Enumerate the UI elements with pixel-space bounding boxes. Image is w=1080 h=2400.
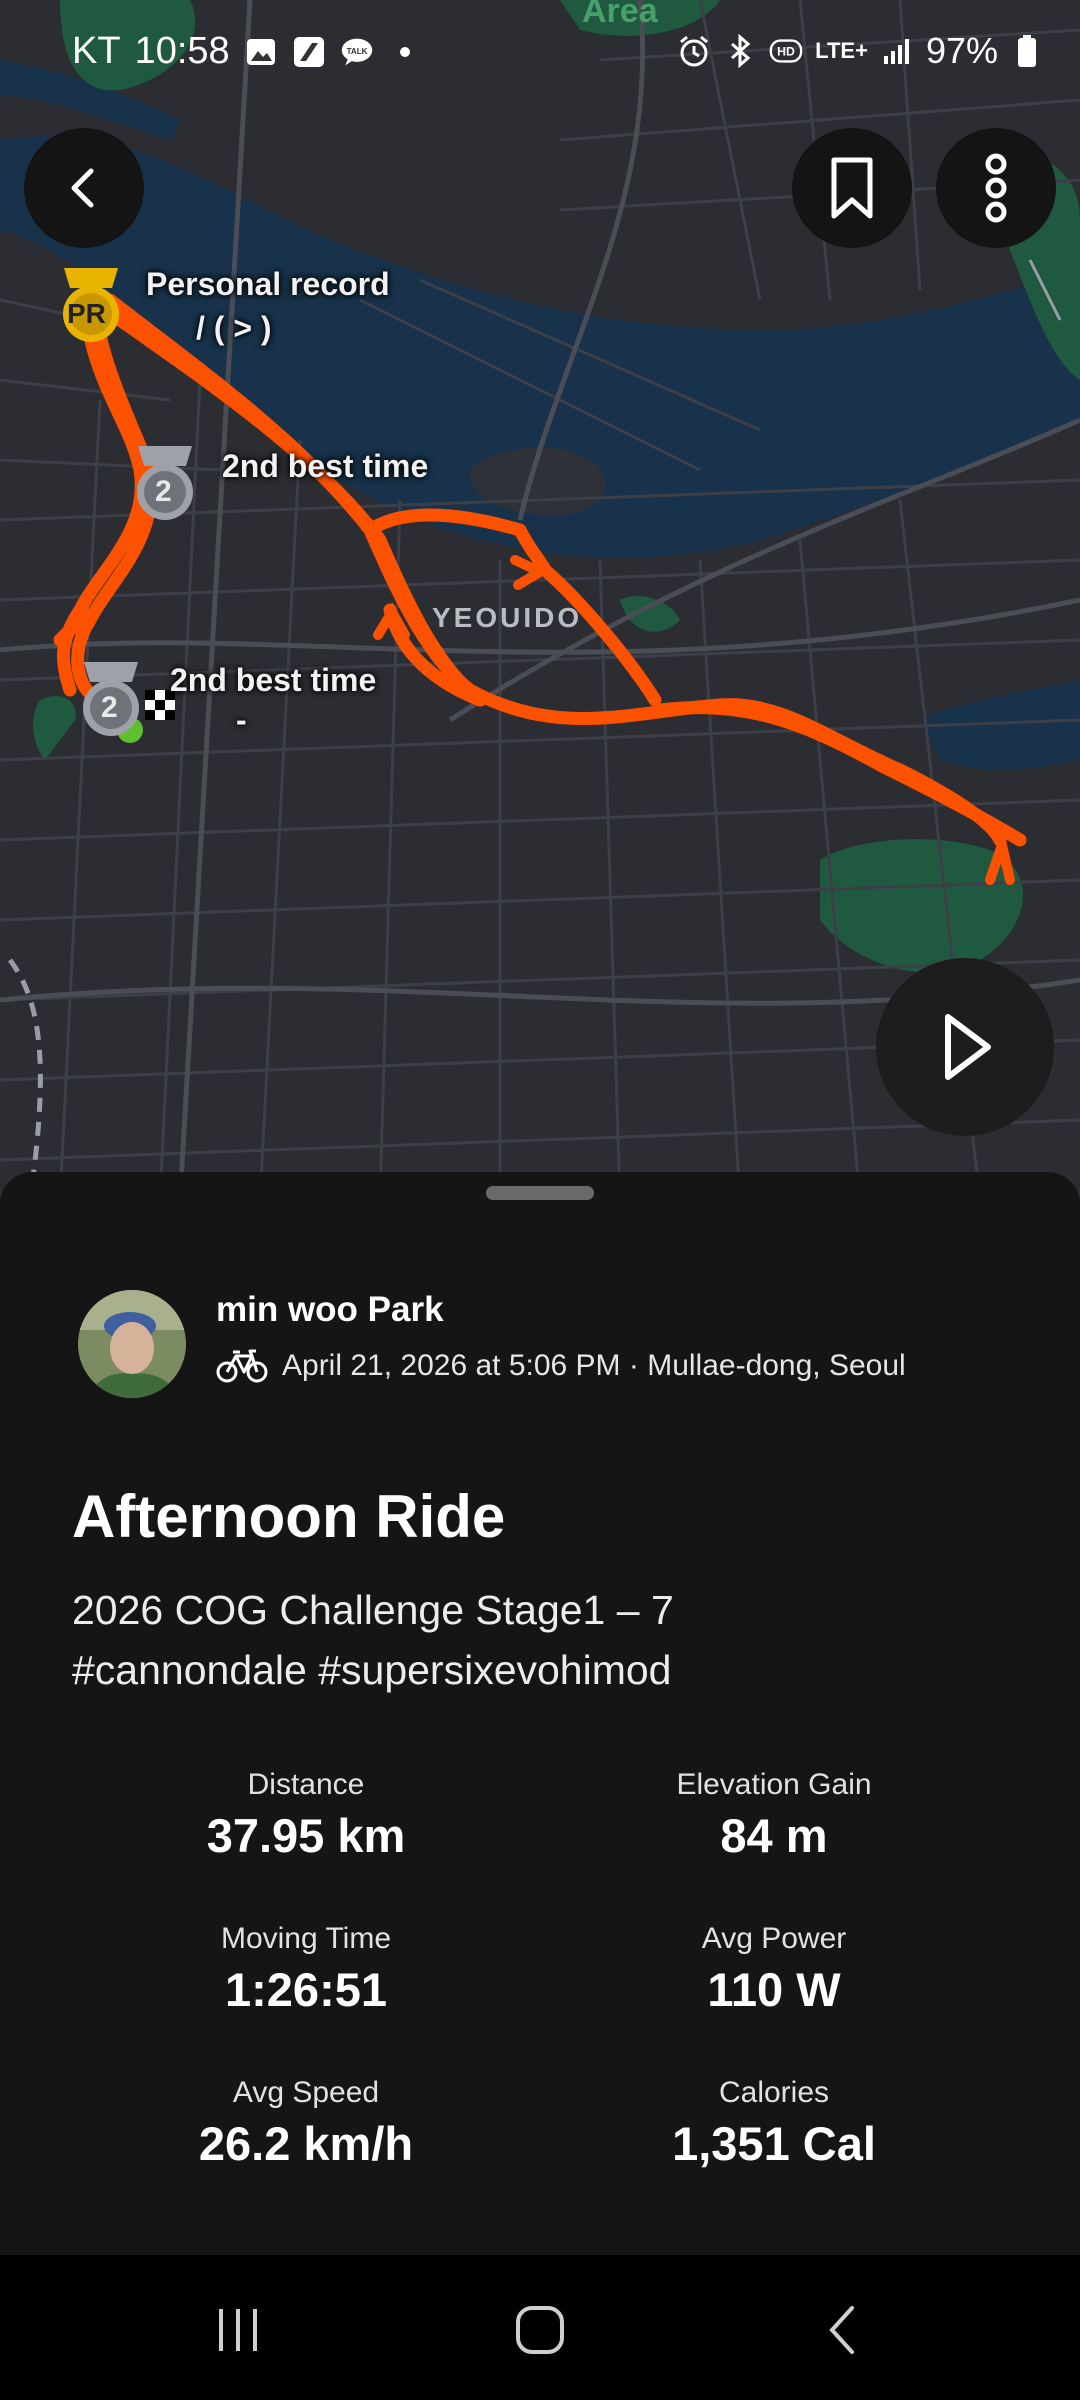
- description-line-1: 2026 COG Challenge Stage1 – 7: [72, 1587, 674, 1633]
- second-best-badge-text: 2: [155, 475, 172, 508]
- stat-label: Avg Speed: [232, 2076, 380, 2109]
- back-icon: [829, 2306, 854, 2354]
- stat-avg-power: Avg Power 110 W: [564, 1922, 984, 2017]
- battery-percent: 97%: [925, 30, 998, 71]
- back-arrow-icon: [71, 168, 94, 208]
- carrier-label: KT: [72, 30, 121, 72]
- profile-photo: [78, 1290, 186, 1398]
- back-button[interactable]: [24, 128, 144, 248]
- stat-distance: Distance 37.95 km: [96, 1768, 516, 1863]
- athlete-name[interactable]: min woo Park: [216, 1290, 444, 1330]
- pr-marker-subtitle: / ( > ): [196, 310, 272, 346]
- bluetooth-icon: [723, 34, 757, 68]
- activity-meta: April 21, 2026 at 5:06 PM · Mullae-dong,…: [216, 1348, 906, 1384]
- description-line-2: #cannondale #supersixevohimod: [72, 1647, 672, 1693]
- stat-label: Elevation Gain: [676, 1768, 872, 1801]
- activity-title: Afternoon Ride: [72, 1483, 506, 1550]
- drag-handle[interactable]: [486, 1186, 594, 1200]
- nav-back-button[interactable]: [802, 2295, 882, 2365]
- second-best-marker-title-2: 2nd best time: [170, 662, 377, 698]
- play-icon: [945, 1014, 991, 1080]
- stat-value: 110 W: [707, 1963, 841, 2016]
- more-vertical-icon: [985, 153, 1007, 223]
- status-bar: KT 10:58 TALK HD LTE+ 97%: [0, 0, 1080, 110]
- stat-elevation-gain: Elevation Gain 84 m: [564, 1768, 984, 1863]
- signal-icon: [880, 34, 914, 68]
- date-location: April 21, 2026 at 5:06 PM · Mullae-dong,…: [282, 1349, 906, 1382]
- gallery-icon: [244, 35, 278, 69]
- route-map[interactable]: Area YEOUIDO PR Personal record / ( > ) …: [0, 0, 1080, 1200]
- stat-value: 84 m: [720, 1809, 828, 1862]
- home-button[interactable]: [500, 2295, 580, 2365]
- save-route-button[interactable]: [792, 128, 912, 248]
- recents-icon: [219, 2309, 257, 2351]
- battery-icon: [1010, 34, 1044, 68]
- stat-label: Moving Time: [220, 1922, 392, 1955]
- more-options-button[interactable]: [936, 128, 1056, 248]
- second-best-marker-title: 2nd best time: [222, 448, 429, 484]
- stat-moving-time: Moving Time 1:26:51: [96, 1922, 516, 2017]
- stat-value: 1,351 Cal: [672, 2117, 876, 2170]
- activity-description: 2026 COG Challenge Stage1 – 7 #cannondal…: [72, 1580, 1012, 1700]
- hd-icon-text: HD: [777, 45, 795, 59]
- stat-avg-speed: Avg Speed 26.2 km/h: [96, 2076, 516, 2171]
- stat-label: Distance: [247, 1768, 365, 1801]
- dot-icon: [388, 35, 422, 69]
- pr-marker-title: Personal record: [146, 266, 390, 302]
- hd-icon: HD: [769, 34, 803, 68]
- avatar[interactable]: [78, 1290, 186, 1398]
- stat-label: Avg Power: [701, 1922, 847, 1955]
- second-best-marker-subtitle-2: -: [236, 702, 247, 738]
- district-label: YEOUIDO: [432, 602, 583, 633]
- bicycle-icon: [216, 1349, 268, 1383]
- second-best-badge-text-2: 2: [101, 691, 118, 724]
- stat-label: Calories: [718, 2076, 830, 2109]
- bookmark-icon: [831, 157, 873, 219]
- stat-value: 37.95 km: [206, 1809, 406, 1862]
- system-nav-bar: [0, 2255, 1080, 2400]
- stat-value: 1:26:51: [225, 1963, 387, 2016]
- stat-value: 26.2 km/h: [198, 2117, 414, 2170]
- talk-icon: TALK: [340, 35, 374, 69]
- alarm-icon: [677, 34, 711, 68]
- play-flyover-button[interactable]: [876, 958, 1054, 1136]
- lte-icon: LTE+: [815, 38, 868, 63]
- talk-icon-text: TALK: [346, 46, 367, 55]
- pr-badge-text: PR: [67, 298, 106, 329]
- stat-calories: Calories 1,351 Cal: [564, 2076, 984, 2171]
- app-icon: [292, 35, 326, 69]
- clock: 10:58: [134, 30, 230, 72]
- recents-button[interactable]: [198, 2295, 278, 2365]
- home-icon: [516, 2306, 564, 2354]
- activity-sheet: min woo Park April 21, 2026 at 5:06 PM ·…: [0, 1172, 1080, 2255]
